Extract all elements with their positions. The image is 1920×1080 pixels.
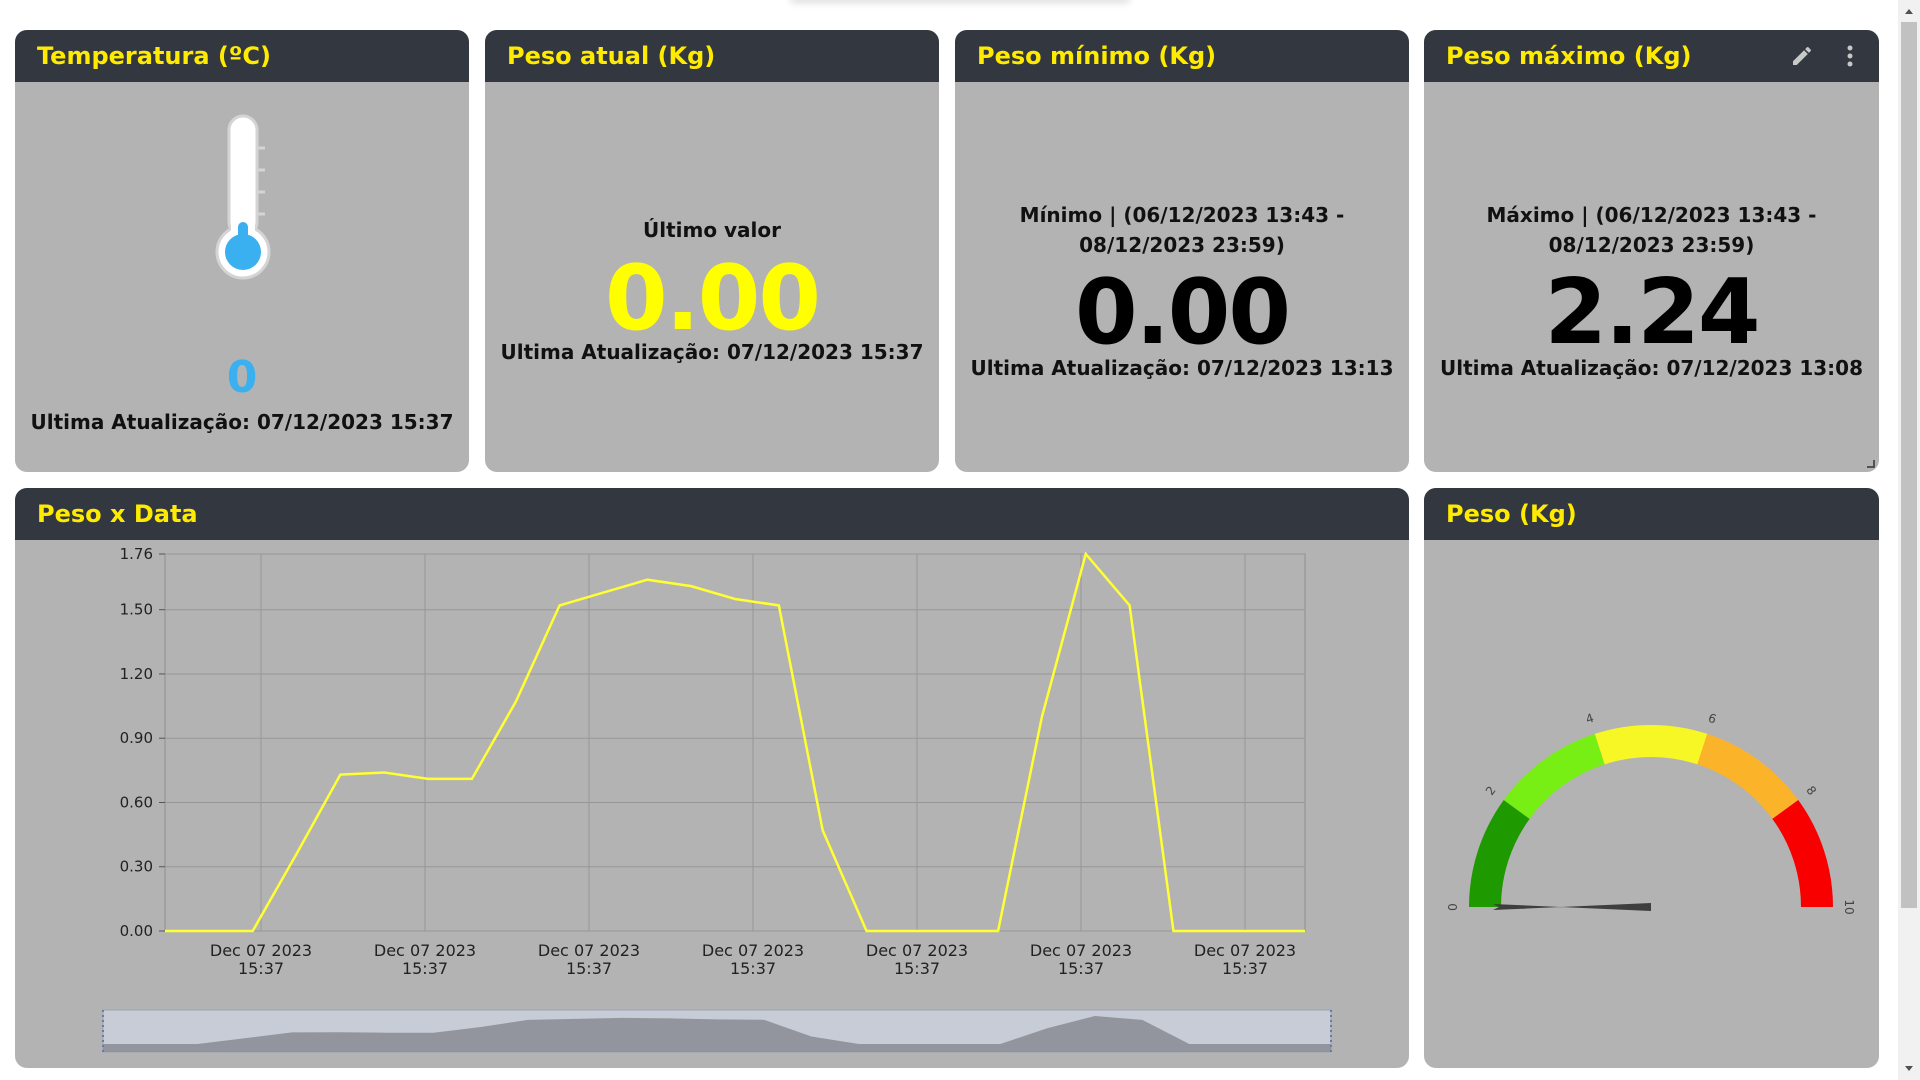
last-update-text: Ultima Atualização: 07/12/2023 13:08 bbox=[1439, 356, 1864, 380]
gauge-tick-label: 4 bbox=[1584, 711, 1596, 727]
max-weight-value: 2.24 bbox=[1544, 260, 1760, 365]
gauge-band bbox=[1594, 725, 1708, 765]
more-vertical-icon[interactable] bbox=[1835, 30, 1865, 82]
y-tick-label: 1.50 bbox=[120, 601, 153, 619]
x-tick-label-date: Dec 07 2023 bbox=[210, 941, 312, 960]
resize-handle-icon[interactable] bbox=[1865, 458, 1875, 468]
gauge-band bbox=[1469, 800, 1530, 907]
x-tick-label-time: 15:37 bbox=[1058, 959, 1104, 978]
scroll-down-arrow-icon[interactable] bbox=[1903, 1063, 1915, 1075]
gauge-tick-label: 6 bbox=[1706, 711, 1718, 727]
x-tick-label-date: Dec 07 2023 bbox=[1030, 941, 1132, 960]
period-range-text: Mínimo | (06/12/2023 13:43 - 08/12/2023 … bbox=[1019, 203, 1345, 257]
card-title: Peso x Data bbox=[15, 488, 1409, 540]
gauge-tick-label: 8 bbox=[1803, 783, 1819, 797]
min-weight-card: Peso mínimo (Kg) Mínimo | (06/12/2023 13… bbox=[955, 30, 1409, 472]
y-tick-label: 0.60 bbox=[120, 793, 153, 811]
gauge-band bbox=[1697, 733, 1799, 819]
card-title: Temperatura (ºC) bbox=[15, 30, 469, 82]
x-tick-label-time: 15:37 bbox=[566, 959, 612, 978]
y-tick-label: 1.20 bbox=[120, 665, 153, 683]
last-update-text: Ultima Atualização: 07/12/2023 15:37 bbox=[500, 340, 924, 364]
current-weight-value: 0.00 bbox=[604, 246, 821, 351]
page-scrollbar[interactable] bbox=[1898, 0, 1920, 1080]
weight-chart-card: Peso x Data 0.00 0.30 0.60 0.90 1.20 1.50 1.76… bbox=[15, 488, 1409, 1068]
x-tick-label-time: 15:37 bbox=[894, 959, 940, 978]
gauge-band bbox=[1772, 800, 1833, 907]
min-weight-value: 0.00 bbox=[1074, 260, 1291, 365]
card-title: Peso atual (Kg) bbox=[485, 30, 939, 82]
x-tick-label-date: Dec 07 2023 bbox=[374, 941, 476, 960]
gauge-tick-label: 10 bbox=[1842, 899, 1856, 914]
max-weight-card: Peso máximo (Kg) Máximo | (06/12/2023 13… bbox=[1424, 30, 1879, 472]
gauge-band bbox=[1503, 733, 1605, 819]
last-update-text: Ultima Atualização: 07/12/2023 13:13 bbox=[970, 356, 1394, 380]
weight-series-line bbox=[165, 551, 1305, 933]
x-tick-label-time: 15:37 bbox=[402, 959, 448, 978]
card-title: Peso (Kg) bbox=[1424, 488, 1879, 540]
x-tick-label-time: 15:37 bbox=[730, 959, 776, 978]
y-tick-label: 1.76 bbox=[120, 545, 153, 563]
card-title-text: Peso máximo (Kg) bbox=[1446, 42, 1692, 70]
thermometer-icon bbox=[215, 114, 271, 280]
x-tick-label-date: Dec 07 2023 bbox=[1194, 941, 1296, 960]
x-tick-label-time: 15:37 bbox=[1222, 959, 1268, 978]
y-tick-label: 0.00 bbox=[120, 922, 153, 940]
card-title: Peso mínimo (Kg) bbox=[955, 30, 1409, 82]
gauge-tick-label: 2 bbox=[1483, 783, 1499, 797]
x-tick-label-date: Dec 07 2023 bbox=[866, 941, 968, 960]
plot-area-border bbox=[164, 553, 1306, 932]
x-tick-label-time: 15:37 bbox=[238, 959, 284, 978]
y-tick-label: 0.90 bbox=[120, 729, 153, 747]
x-tick-label-date: Dec 07 2023 bbox=[538, 941, 640, 960]
scrollbar-thumb[interactable] bbox=[1901, 22, 1917, 908]
period-range-text: Máximo | (06/12/2023 13:43 - 08/12/2023 … bbox=[1486, 203, 1817, 257]
gauge-tick-label: 0 bbox=[1446, 903, 1460, 911]
temperature-card: Temperatura (ºC) 0 Ultima Atualização: 0… bbox=[15, 30, 469, 472]
last-update-text: Ultima Atualização: 07/12/2023 15:37 bbox=[30, 410, 454, 434]
weight-line-chart[interactable]: 0.000.300.600.901.201.501.76Dec 07 20231… bbox=[15, 540, 1409, 1068]
y-tick-label: 0.30 bbox=[120, 858, 153, 876]
gauge-card: Peso (Kg) 0 2 4 6 8 10 bbox=[1424, 488, 1879, 1068]
temperature-value: 0 bbox=[226, 352, 258, 403]
current-weight-card: Peso atual (Kg) Último valor 0.00 Ultima… bbox=[485, 30, 939, 472]
scroll-up-arrow-icon[interactable] bbox=[1903, 5, 1915, 17]
gauge-needle bbox=[1493, 903, 1651, 911]
card-title: Peso máximo (Kg) bbox=[1424, 30, 1879, 82]
last-value-caption: Último valor bbox=[642, 218, 782, 242]
x-tick-label-date: Dec 07 2023 bbox=[702, 941, 804, 960]
weight-gauge: 0 2 4 6 8 10 bbox=[1446, 711, 1856, 915]
pencil-icon[interactable] bbox=[1787, 30, 1817, 82]
